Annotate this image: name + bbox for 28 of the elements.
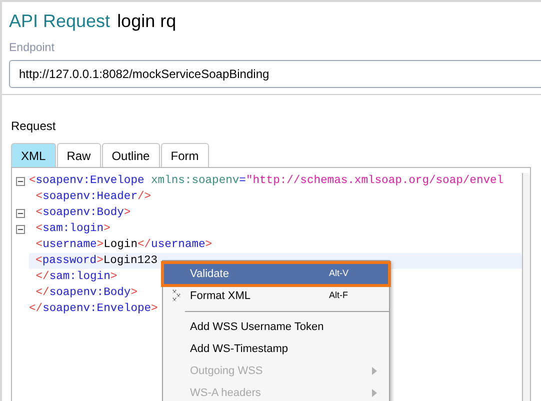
request-label: Request: [11, 118, 57, 136]
code-line: <soapenv:Header/>: [34, 190, 152, 206]
menu-item[interactable]: Add WS-Timestamp: [163, 338, 389, 360]
item-type-label: API Request: [9, 10, 110, 33]
code-line: <sam:login>: [34, 222, 112, 238]
scrollbar[interactable]: [522, 173, 530, 401]
editor-tab[interactable]: Raw: [56, 143, 101, 168]
code-line: <username>Login</username>: [34, 238, 214, 254]
menu-item[interactable]: Format XML Alt-F: [163, 285, 389, 307]
format-icon: [170, 289, 182, 303]
code-line: </sam:login>: [34, 270, 118, 286]
code-line: <soapenv:Envelope xmlns:soapenv="http://schemas.xmlsoap.org/soap/envel: [29, 174, 505, 190]
menu-item[interactable]: Validate Alt-V: [163, 263, 389, 285]
editor-tab[interactable]: XML: [11, 143, 56, 168]
editor-tab[interactable]: Form: [160, 143, 209, 168]
code-line: </soapenv:Body>: [34, 286, 138, 302]
code-line: </soapenv:Envelope>: [29, 302, 159, 318]
editor-tab[interactable]: Outline: [102, 143, 160, 168]
code-line: <soapenv:Body>: [34, 206, 132, 222]
menu-item[interactable]: Add WSS Username Token: [163, 316, 389, 338]
endpoint-field[interactable]: http://127.0.0.1:8082/mockServiceSoapBinding: [9, 60, 541, 88]
request-name: login rq: [117, 10, 176, 33]
fold-toggle-icon[interactable]: [16, 208, 25, 218]
submenu-arrow-icon: [372, 389, 377, 397]
endpoint-label: Endpoint: [9, 41, 56, 56]
fold-toggle-icon[interactable]: [16, 224, 25, 234]
fold-toggle-icon[interactable]: [16, 176, 25, 186]
submenu-arrow-icon: [372, 367, 377, 375]
